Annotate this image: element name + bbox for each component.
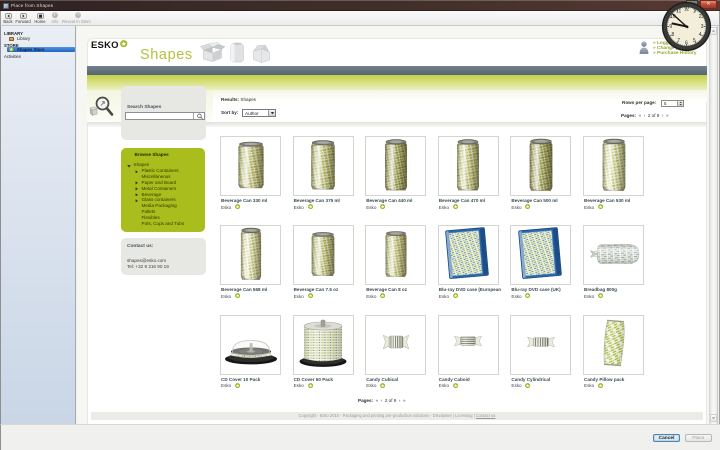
svg-text:3: 3: [701, 24, 704, 30]
svg-text:4: 4: [699, 32, 702, 38]
svg-text:9: 9: [669, 24, 672, 30]
svg-text:2: 2: [699, 14, 702, 20]
svg-text:1: 1: [693, 8, 696, 14]
svg-text:11: 11: [676, 8, 681, 14]
svg-text:5: 5: [693, 38, 696, 44]
svg-text:7: 7: [677, 38, 680, 44]
svg-text:8: 8: [672, 32, 675, 38]
svg-text:12: 12: [684, 6, 690, 12]
svg-text:6: 6: [685, 40, 688, 46]
